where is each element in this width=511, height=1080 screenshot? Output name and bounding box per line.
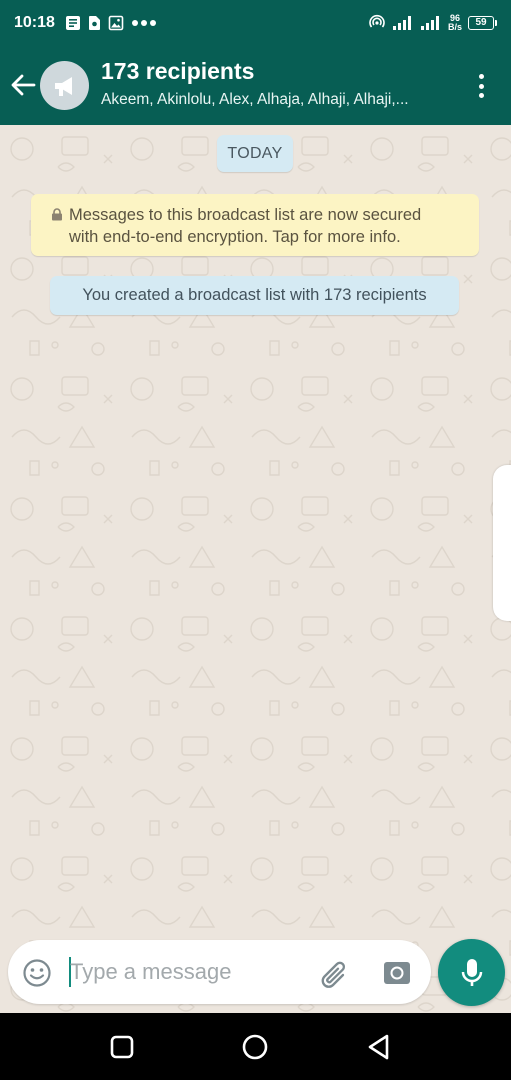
megaphone-icon [54,76,72,96]
notes-icon [65,16,80,30]
arrow-left-icon [11,74,36,96]
signal-icon [392,16,411,30]
system-status-icons: 96 B/s 59 [368,14,497,32]
attach-button[interactable] [318,958,350,988]
recipients-list[interactable]: Akeem, Akinlolu, Alex, Alhaja, Alhaji, A… [101,91,461,109]
hotspot-icon [369,14,385,28]
message-input[interactable] [70,950,310,994]
recents-icon [110,1035,134,1059]
status-time: 10:18 [14,14,55,31]
chat-area[interactable]: TODAY Messages to this broadcast list ar… [0,125,511,1013]
notification-icons [65,15,157,31]
emoji-button[interactable] [22,958,52,988]
network-speed: 96 B/s [448,14,462,32]
message-composer [8,940,431,1004]
paperclip-icon [321,961,346,988]
navigation-bar [0,1013,511,1080]
system-message: You created a broadcast list with 173 re… [50,276,459,315]
signal-2-icon [420,16,439,30]
date-divider: TODAY [217,135,293,172]
home-icon [242,1034,268,1060]
edge-panel-handle[interactable] [493,465,511,621]
recents-button[interactable] [107,1032,137,1062]
battery-level: 59 [468,16,494,30]
chat-title[interactable]: 173 recipients [101,58,254,85]
back-button[interactable] [8,70,38,100]
more-notifications-icon [131,20,156,26]
network-speed-unit: B/s [447,22,462,32]
battery-icon: 59 [468,16,497,30]
encryption-notice[interactable]: Messages to this broadcast list are now … [31,194,479,256]
encryption-text-line1: Messages to this broadcast list are now … [69,206,422,224]
more-vert-icon [478,74,484,79]
lock-icon [52,208,62,221]
emoji-icon [23,959,51,987]
document-icon [88,16,100,30]
voice-message-button[interactable] [438,939,505,1006]
status-bar: 10:18 96 B/s 59 [0,0,511,46]
camera-button[interactable] [382,958,412,988]
broadcast-avatar[interactable] [40,61,89,110]
microphone-icon [461,958,482,986]
back-nav-button[interactable] [364,1032,394,1062]
triangle-back-icon [368,1034,389,1060]
chat-header: 173 recipients Akeem, Akinlolu, Alex, Al… [0,46,511,125]
more-options-button[interactable] [469,72,493,100]
doodle-background [0,125,511,1013]
home-button[interactable] [240,1032,270,1062]
encryption-text-line2: with end-to-end encryption. Tap for more… [69,228,401,246]
camera-icon [384,962,410,984]
gallery-icon [108,15,124,31]
